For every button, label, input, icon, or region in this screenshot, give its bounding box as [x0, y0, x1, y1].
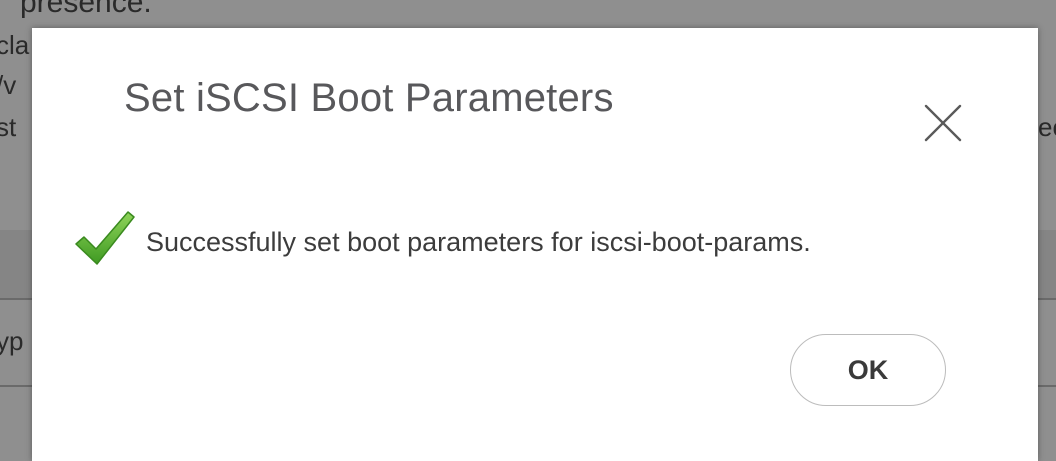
dialog-title: Set iSCSI Boot Parameters [124, 76, 614, 120]
checkmark-icon [72, 208, 138, 268]
status-message-text: Successfully set boot parameters for isc… [146, 226, 811, 257]
background-text: yp [0, 326, 24, 356]
ok-button[interactable]: OK [790, 334, 946, 406]
iscsi-boot-params-dialog: Set iSCSI Boot Parameters Successfully s… [32, 28, 1038, 461]
background-text: /v [0, 70, 17, 100]
background-text: presence. [20, 0, 152, 19]
status-message: Successfully set boot parameters for isc… [72, 208, 811, 268]
close-icon [924, 104, 962, 142]
background-text: cla [0, 30, 30, 60]
background-text: ec [1038, 112, 1056, 142]
background-text: st [0, 112, 17, 142]
close-button[interactable] [918, 98, 968, 148]
